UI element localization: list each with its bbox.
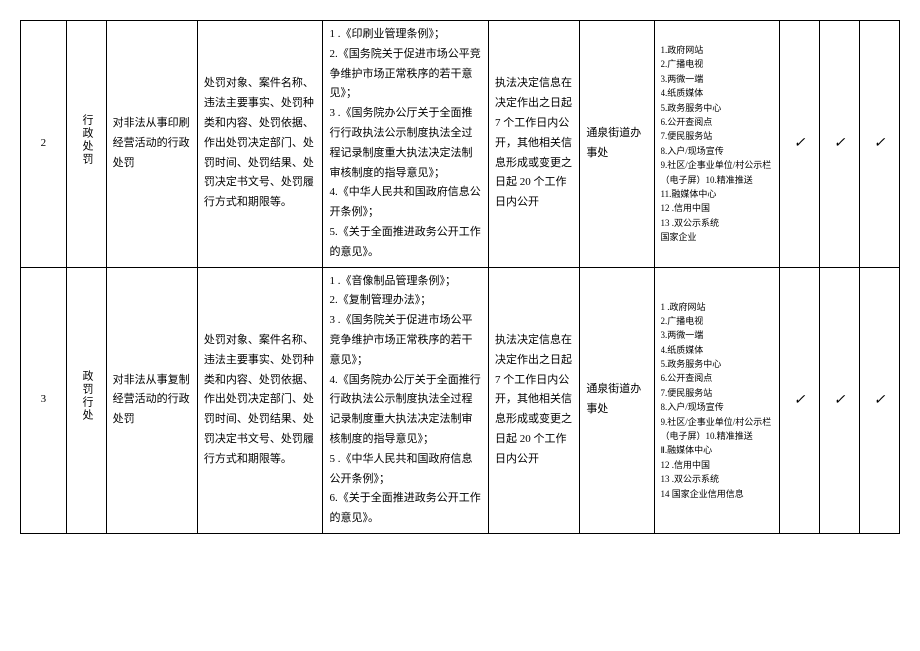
category: 行政处罚 xyxy=(66,21,106,268)
legal-basis: 1 .《音像制品管理条例》； 2.《复制管理办法》； 3 .《国务院关于促进市场… xyxy=(323,267,489,533)
channel-list-1: 1 .政府网站 2.广播电视 3.两微一端 4.纸质媒体 5.政务服务中心 6.… xyxy=(661,300,774,501)
time-limit: 执法决定信息在决定作出之日起 7 个工作日内公开，其他相关信息形成或变更之日起 … xyxy=(489,267,580,533)
check-col-1: ✓ xyxy=(780,21,820,268)
check-col-1: ✓ xyxy=(780,267,820,533)
check-col-2: ✓ xyxy=(820,21,860,268)
disclosure-subject: 通泉街道办事处 xyxy=(580,267,654,533)
disclosure-table: 2 行政处罚 对非法从事印刷经营活动的行政处罚 处罚对象、案件名称、违法主要事实… xyxy=(20,20,900,534)
row-number: 2 xyxy=(21,21,67,268)
item-name: 对非法从事复制经营活动的行政处罚 xyxy=(106,267,197,533)
item-name: 对非法从事印刷经营活动的行政处罚 xyxy=(106,21,197,268)
time-limit: 执法决定信息在决定作出之日起 7 个工作日内公开，其他相关信息形成或变更之日起 … xyxy=(489,21,580,268)
category: 政罚行处 xyxy=(66,267,106,533)
table-row: 3 政罚行处 对非法从事复制经营活动的行政处罚 处罚对象、案件名称、违法主要事实… xyxy=(21,267,900,533)
disclosure-subject: 通泉街道办事处 xyxy=(580,21,654,268)
table-row: 2 行政处罚 对非法从事印刷经营活动的行政处罚 处罚对象、案件名称、违法主要事实… xyxy=(21,21,900,268)
legal-basis: 1 .《印刷业管理条例》； 2.《国务院关于促进市场公平竞争维护市场正常秩序的若… xyxy=(323,21,489,268)
disclosure-content: 处罚对象、案件名称、违法主要事实、处罚种类和内容、处罚依据、作出处罚决定部门、处… xyxy=(197,267,323,533)
disclosure-content: 处罚对象、案件名称、违法主要事实、处罚种类和内容、处罚依据、作出处罚决定部门、处… xyxy=(197,21,323,268)
check-col-3: ✓ xyxy=(859,267,899,533)
check-col-2: ✓ xyxy=(820,267,860,533)
row-number: 3 xyxy=(21,267,67,533)
check-col-3: ✓ xyxy=(859,21,899,268)
channel-list-0: 1.政府网站 2.广播电视 3.两微一端 4.纸质媒体 5.政务服务中心 6.公… xyxy=(661,43,774,244)
disclosure-channels: 1 .政府网站 2.广播电视 3.两微一端 4.纸质媒体 5.政务服务中心 6.… xyxy=(654,267,780,533)
disclosure-channels: 1.政府网站 2.广播电视 3.两微一端 4.纸质媒体 5.政务服务中心 6.公… xyxy=(654,21,780,268)
